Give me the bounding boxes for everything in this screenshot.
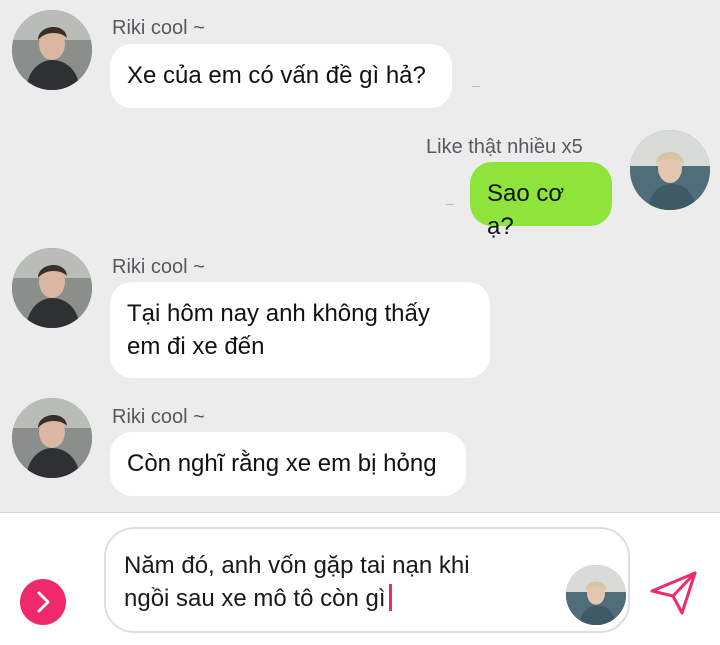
- expand-button[interactable]: [20, 579, 66, 625]
- text-cursor: [388, 584, 392, 611]
- message-composer: Năm đó, anh vốn gặp tai nạn khi ngồi sau…: [0, 512, 720, 645]
- sender-name: Riki cool ~: [112, 406, 205, 428]
- message-text: Còn nghĩ rằng xe em bị hỏng: [127, 450, 437, 477]
- send-button[interactable]: [648, 567, 700, 619]
- message-input[interactable]: Năm đó, anh vốn gặp tai nạn khi ngồi sau…: [104, 527, 630, 633]
- draft-text: Năm đó, anh vốn gặp tai nạn khi ngồi sau…: [124, 549, 564, 615]
- message-incoming: Riki cool ~ Còn nghĩ rằng xe em bị hỏng: [0, 0, 720, 500]
- draft-line: ngồi sau xe mô tô còn gì: [124, 585, 386, 612]
- avatar: [566, 565, 626, 625]
- draft-line: Năm đó, anh vốn gặp tai nạn khi: [124, 552, 470, 579]
- draft-line-last: ngồi sau xe mô tô còn gì: [124, 582, 564, 615]
- paper-plane-icon: [650, 571, 697, 615]
- chat-thread[interactable]: Riki cool ~ Xe của em có vấn đề gì hả? L…: [0, 0, 720, 512]
- message-bubble[interactable]: Còn nghĩ rằng xe em bị hỏng: [110, 432, 466, 496]
- chevron-right-icon: [37, 591, 50, 613]
- avatar[interactable]: [12, 398, 92, 478]
